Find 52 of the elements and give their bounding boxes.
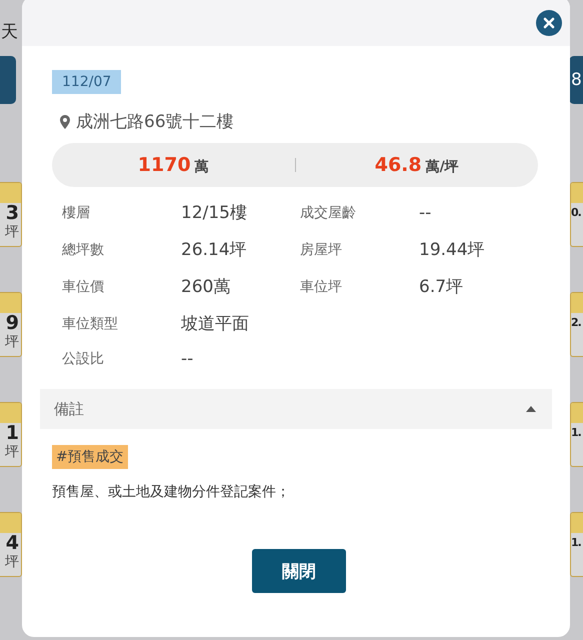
detail-label: 樓層 [62, 204, 91, 222]
card-unit: 坪 [4, 553, 20, 571]
detail-label: 房屋坪 [300, 240, 343, 258]
card-unit: 坪 [4, 443, 20, 461]
detail-value: 19.44坪 [419, 239, 486, 261]
unit-price: 46.8 [374, 154, 422, 176]
listing-card[interactable]: 2. [570, 292, 583, 357]
detail-label: 公設比 [62, 350, 105, 368]
detail-label: 總坪數 [62, 240, 105, 258]
detail-value: -- [419, 202, 432, 222]
card-value: 0. [571, 205, 581, 221]
detail-label: 成交屋齡 [300, 204, 357, 222]
hashtag: #預售成交 [52, 445, 128, 469]
card-value: 2. [571, 315, 581, 331]
listing-card[interactable]: 1. [570, 402, 583, 467]
collapse-icon [526, 406, 536, 412]
address-text: 成洲七路66號十二樓 [76, 111, 234, 133]
listing-card[interactable]: 4 坪 [0, 512, 22, 577]
price-unit: 萬 [194, 158, 209, 176]
note-text: 預售屋、或土地及建物分件登記案件； [52, 483, 291, 501]
listing-card[interactable]: 1 坪 [0, 402, 22, 467]
close-button[interactable] [536, 10, 562, 36]
total-price: 1170 [138, 154, 191, 176]
card-value: 1 [4, 423, 20, 443]
close-icon [543, 17, 555, 29]
date-tag: 112/07 [52, 70, 122, 94]
detail-label: 車位坪 [300, 278, 343, 296]
detail-value: -- [181, 349, 194, 369]
price-unit: 萬/坪 [426, 158, 459, 176]
note-header[interactable]: 備註 [40, 389, 552, 429]
toolbar-button[interactable]: 8 [569, 56, 583, 104]
card-value: 3 [4, 203, 20, 223]
listing-card[interactable]: 9 坪 [0, 292, 22, 357]
detail-value: 26.14坪 [181, 239, 248, 261]
listing-card[interactable]: 3 坪 [0, 182, 22, 247]
listing-card[interactable]: 1. [570, 512, 583, 577]
detail-value: 坡道平面 [181, 313, 250, 335]
card-value: 1. [571, 535, 581, 551]
detail-value: 12/15樓 [181, 202, 248, 224]
page-title: 天 [1, 21, 18, 43]
card-value: 9 [4, 313, 20, 333]
card-value: 1. [571, 425, 581, 441]
detail-value: 6.7坪 [419, 276, 464, 298]
card-unit: 坪 [4, 333, 20, 351]
detail-label: 車位類型 [62, 314, 119, 332]
close-button[interactable]: 關閉 [252, 549, 346, 593]
card-unit: 坪 [4, 223, 20, 241]
listing-card[interactable]: 0. [570, 182, 583, 247]
card-value: 4 [4, 533, 20, 553]
location-pin-icon [60, 114, 70, 128]
detail-label: 車位價 [62, 278, 105, 296]
detail-value: 260萬 [181, 276, 232, 298]
